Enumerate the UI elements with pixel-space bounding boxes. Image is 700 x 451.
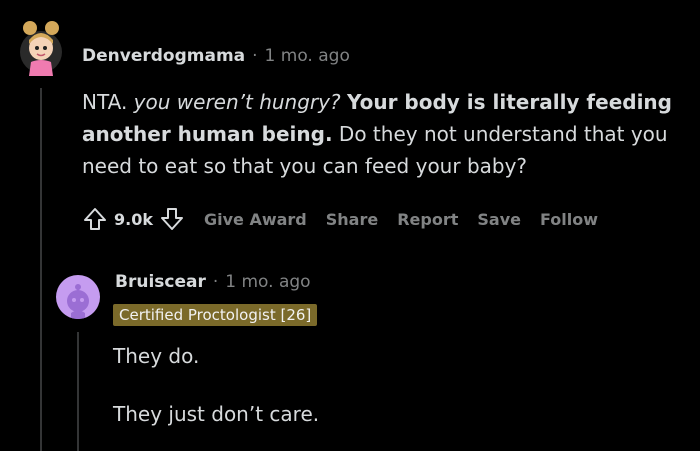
meta-separator: · [212, 272, 219, 292]
user-flair-badge: Certified Proctologist [26] [113, 304, 318, 326]
reply-body: They do. They just don’t care. [113, 340, 683, 430]
upvote-arrow-icon[interactable] [82, 206, 108, 232]
report-button[interactable]: Report [397, 210, 458, 229]
reply-paragraph-1: They do. [113, 344, 200, 368]
vote-score: 9.0k [114, 209, 153, 229]
save-button[interactable]: Save [477, 210, 521, 229]
reply-paragraph-2: They just don’t care. [113, 402, 320, 426]
body-seg2-italic: you weren’t hungry? [133, 90, 341, 114]
comment-timestamp[interactable]: 1 mo. ago [265, 46, 350, 66]
comment-action-bar: 9.0k Give Award Share Report Save Follow [82, 206, 598, 232]
comment-body: NTA. you weren’t hungry? Your body is li… [82, 86, 692, 182]
downvote-arrow-icon[interactable] [159, 206, 185, 232]
comment-username[interactable]: Denverdogmama [82, 46, 245, 66]
comment-paragraph: NTA. you weren’t hungry? Your body is li… [82, 86, 692, 182]
thread-line-reply[interactable] [77, 332, 79, 451]
follow-button[interactable]: Follow [540, 210, 598, 229]
give-award-button[interactable]: Give Award [204, 210, 307, 229]
comment-meta: Denverdogmama · 1 mo. ago [82, 46, 350, 66]
meta-separator: · [252, 46, 258, 66]
reply-username[interactable]: Bruiscear [115, 272, 206, 292]
girl-avatar-icon[interactable] [18, 14, 64, 82]
share-button[interactable]: Share [326, 210, 378, 229]
thread-line-main[interactable] [40, 88, 42, 451]
snoo-avatar-icon[interactable] [56, 275, 100, 319]
reply-timestamp[interactable]: 1 mo. ago [225, 272, 310, 292]
body-seg1: NTA. [82, 90, 134, 114]
reply-meta: Bruiscear · 1 mo. ago [115, 272, 311, 292]
